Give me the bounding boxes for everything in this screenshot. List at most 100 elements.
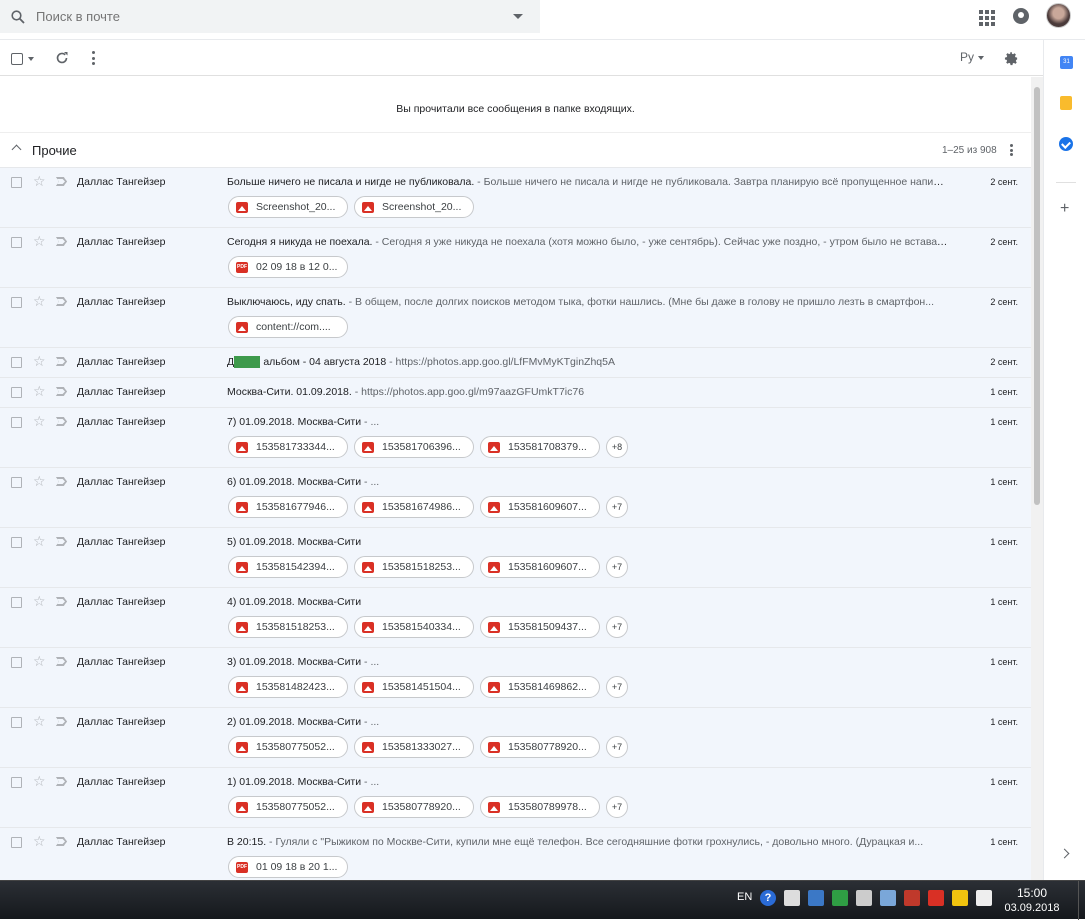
email-row[interactable]: ☆ Даллас Тангейзер 5) 01.09.2018. Москва-С… bbox=[0, 527, 1031, 587]
search-options-icon[interactable] bbox=[496, 13, 540, 20]
collapse-section-icon[interactable] bbox=[11, 144, 22, 155]
section-title[interactable]: Прочие bbox=[32, 143, 77, 158]
email-checkbox[interactable] bbox=[11, 657, 22, 668]
attachment-chip[interactable]: 153581677946... bbox=[228, 496, 348, 518]
calendar-icon[interactable]: 31 bbox=[1060, 56, 1073, 69]
star-icon[interactable]: ☆ bbox=[33, 384, 46, 398]
importance-marker-icon[interactable] bbox=[56, 387, 67, 396]
attachment-chip[interactable]: 153581451504... bbox=[354, 676, 474, 698]
notifications-icon[interactable] bbox=[1013, 8, 1029, 24]
keep-icon[interactable] bbox=[1060, 96, 1072, 110]
section-more-icon[interactable] bbox=[1010, 144, 1013, 156]
attachment-chip[interactable]: 153581708379... bbox=[480, 436, 600, 458]
attachment-chip[interactable]: 153580778920... bbox=[354, 796, 474, 818]
attachment-chip[interactable]: 153581540334... bbox=[354, 616, 474, 638]
email-row[interactable]: ☆ Даллас Тангейзер Больше ничего не писала… bbox=[0, 167, 1031, 227]
email-row[interactable]: ☆ Даллас Тангейзер 1) 01.09.2018. Москва-С… bbox=[0, 767, 1031, 827]
attachment-chip[interactable]: PDF 02 09 18 в 12 0... bbox=[228, 256, 348, 278]
importance-marker-icon[interactable] bbox=[56, 177, 67, 186]
email-checkbox[interactable] bbox=[11, 537, 22, 548]
more-attachments-badge[interactable]: +7 bbox=[606, 796, 628, 818]
star-icon[interactable]: ☆ bbox=[33, 654, 46, 668]
more-attachments-badge[interactable]: +7 bbox=[606, 556, 628, 578]
refresh-icon[interactable] bbox=[55, 51, 69, 65]
star-icon[interactable]: ☆ bbox=[33, 534, 46, 548]
attachment-chip[interactable]: 153580775052... bbox=[228, 736, 348, 758]
network-icon[interactable] bbox=[784, 890, 800, 906]
star-icon[interactable]: ☆ bbox=[33, 834, 46, 848]
system-clock[interactable]: 15:00 03.09.2018 bbox=[1000, 885, 1064, 915]
star-icon[interactable]: ☆ bbox=[33, 294, 46, 308]
email-checkbox[interactable] bbox=[11, 597, 22, 608]
importance-marker-icon[interactable] bbox=[56, 477, 67, 486]
attachment-chip[interactable]: 153581518253... bbox=[228, 616, 348, 638]
attachment-chip[interactable]: 153581706396... bbox=[354, 436, 474, 458]
attachment-chip[interactable]: 153581333027... bbox=[354, 736, 474, 758]
tasks-icon[interactable] bbox=[1059, 137, 1073, 151]
importance-marker-icon[interactable] bbox=[56, 537, 67, 546]
email-checkbox[interactable] bbox=[11, 417, 22, 428]
email-row[interactable]: ☆ Даллас Тангейзер 4) 01.09.2018. Москва-С… bbox=[0, 587, 1031, 647]
email-checkbox[interactable] bbox=[11, 777, 22, 788]
email-checkbox[interactable] bbox=[11, 477, 22, 488]
attachment-chip[interactable]: content://com.... bbox=[228, 316, 348, 338]
email-row[interactable]: ☆ Даллас Тангейзер Выключаюсь, иду спать. … bbox=[0, 287, 1031, 347]
importance-marker-icon[interactable] bbox=[56, 297, 67, 306]
help-icon[interactable]: ? bbox=[760, 890, 776, 906]
apps-grid-icon[interactable] bbox=[977, 8, 995, 26]
expand-panel-icon[interactable] bbox=[1059, 848, 1070, 859]
email-row[interactable]: ☆ Даллас Тангейзер 3) 01.09.2018. Москва-С… bbox=[0, 647, 1031, 707]
scrollbar-thumb[interactable] bbox=[1034, 87, 1040, 505]
input-tools-button[interactable]: Ру bbox=[960, 50, 974, 64]
attachment-chip[interactable]: 153581469862... bbox=[480, 676, 600, 698]
email-checkbox[interactable] bbox=[11, 237, 22, 248]
importance-marker-icon[interactable] bbox=[56, 597, 67, 606]
scrollbar[interactable] bbox=[1031, 77, 1043, 880]
email-checkbox[interactable] bbox=[11, 387, 22, 398]
flag-icon[interactable] bbox=[952, 890, 968, 906]
attachment-chip[interactable]: 153581482423... bbox=[228, 676, 348, 698]
more-options-icon[interactable] bbox=[90, 51, 96, 65]
tools-icon[interactable] bbox=[904, 890, 920, 906]
attachment-chip[interactable]: 153581542394... bbox=[228, 556, 348, 578]
email-checkbox[interactable] bbox=[11, 357, 22, 368]
importance-marker-icon[interactable] bbox=[56, 717, 67, 726]
email-checkbox[interactable] bbox=[11, 717, 22, 728]
attachment-chip[interactable]: Screenshot_20... bbox=[354, 196, 474, 218]
star-icon[interactable]: ☆ bbox=[33, 414, 46, 428]
email-checkbox[interactable] bbox=[11, 177, 22, 188]
select-all-checkbox[interactable] bbox=[11, 53, 23, 65]
input-tools-dropdown-icon[interactable] bbox=[978, 56, 984, 60]
action-center-icon[interactable] bbox=[976, 890, 992, 906]
email-checkbox[interactable] bbox=[11, 297, 22, 308]
star-icon[interactable]: ☆ bbox=[33, 774, 46, 788]
attachment-chip[interactable]: 153581518253... bbox=[354, 556, 474, 578]
more-attachments-badge[interactable]: +7 bbox=[606, 676, 628, 698]
volume-muted-icon[interactable] bbox=[856, 890, 872, 906]
more-attachments-badge[interactable]: +8 bbox=[606, 436, 628, 458]
email-row[interactable]: ☆ Даллас Тангейзер 2) 01.09.2018. Москва-С… bbox=[0, 707, 1031, 767]
email-checkbox[interactable] bbox=[11, 837, 22, 848]
more-attachments-badge[interactable]: +7 bbox=[606, 616, 628, 638]
star-icon[interactable]: ☆ bbox=[33, 714, 46, 728]
email-row[interactable]: ☆ Даллас Тангейзер 6) 01.09.2018. Москва-С… bbox=[0, 467, 1031, 527]
pdf-reader-icon[interactable] bbox=[928, 890, 944, 906]
email-row[interactable]: ☆ Даллас Тангейзер В 20:15. - Гуляли с "Ры… bbox=[0, 827, 1031, 880]
attachment-chip[interactable]: 153580789978... bbox=[480, 796, 600, 818]
printer-icon[interactable] bbox=[880, 890, 896, 906]
add-addon-icon[interactable]: + bbox=[1060, 201, 1069, 217]
importance-marker-icon[interactable] bbox=[56, 417, 67, 426]
security-check-icon[interactable] bbox=[832, 890, 848, 906]
star-icon[interactable]: ☆ bbox=[33, 174, 46, 188]
select-dropdown-icon[interactable] bbox=[28, 57, 34, 61]
avatar[interactable] bbox=[1046, 3, 1071, 28]
attachment-chip[interactable]: 153581674986... bbox=[354, 496, 474, 518]
email-row[interactable]: ☆ Даллас Тангейзер Москва-Сити. 01.09.2018… bbox=[0, 377, 1031, 407]
monitor-icon[interactable] bbox=[808, 890, 824, 906]
attachment-chip[interactable]: PDF 01 09 18 в 20 1... bbox=[228, 856, 348, 878]
attachment-chip[interactable]: 153581609607... bbox=[480, 556, 600, 578]
search-icon[interactable] bbox=[0, 9, 36, 24]
importance-marker-icon[interactable] bbox=[56, 657, 67, 666]
search-bar[interactable] bbox=[0, 0, 540, 33]
importance-marker-icon[interactable] bbox=[56, 237, 67, 246]
